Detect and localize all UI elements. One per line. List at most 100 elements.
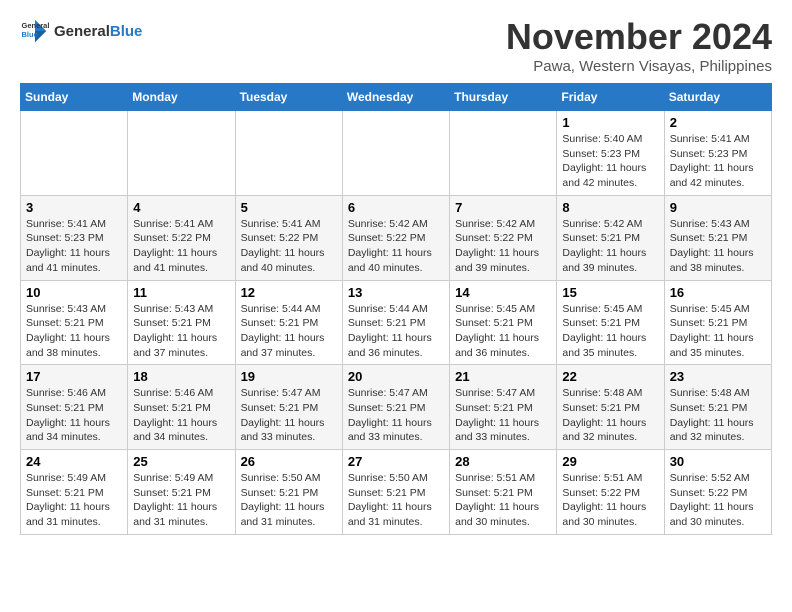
- logo-icon: General Blue: [20, 16, 50, 46]
- day-number: 7: [455, 200, 551, 215]
- table-row: 22 Sunrise: 5:48 AM Sunset: 5:21 PM Dayli…: [557, 365, 664, 450]
- table-row: [21, 111, 128, 196]
- day-number: 6: [348, 200, 444, 215]
- day-number: 2: [670, 115, 766, 130]
- day-info: Sunrise: 5:47 AM Sunset: 5:21 PM Dayligh…: [348, 386, 444, 445]
- day-number: 29: [562, 454, 658, 469]
- table-row: 20 Sunrise: 5:47 AM Sunset: 5:21 PM Dayli…: [342, 365, 449, 450]
- day-info: Sunrise: 5:45 AM Sunset: 5:21 PM Dayligh…: [670, 302, 766, 361]
- day-info: Sunrise: 5:49 AM Sunset: 5:21 PM Dayligh…: [133, 471, 229, 530]
- table-row: 29 Sunrise: 5:51 AM Sunset: 5:22 PM Dayli…: [557, 450, 664, 535]
- table-row: 4 Sunrise: 5:41 AM Sunset: 5:22 PM Daylig…: [128, 195, 235, 280]
- table-row: 5 Sunrise: 5:41 AM Sunset: 5:22 PM Daylig…: [235, 195, 342, 280]
- day-number: 13: [348, 285, 444, 300]
- day-info: Sunrise: 5:43 AM Sunset: 5:21 PM Dayligh…: [133, 302, 229, 361]
- table-row: 23 Sunrise: 5:48 AM Sunset: 5:21 PM Dayli…: [664, 365, 771, 450]
- calendar-table: Sunday Monday Tuesday Wednesday Thursday…: [20, 83, 772, 535]
- day-info: Sunrise: 5:45 AM Sunset: 5:21 PM Dayligh…: [455, 302, 551, 361]
- day-number: 16: [670, 285, 766, 300]
- day-number: 18: [133, 369, 229, 384]
- day-number: 8: [562, 200, 658, 215]
- table-row: 13 Sunrise: 5:44 AM Sunset: 5:21 PM Dayli…: [342, 280, 449, 365]
- day-info: Sunrise: 5:41 AM Sunset: 5:23 PM Dayligh…: [670, 132, 766, 191]
- table-row: 10 Sunrise: 5:43 AM Sunset: 5:21 PM Dayli…: [21, 280, 128, 365]
- day-info: Sunrise: 5:49 AM Sunset: 5:21 PM Dayligh…: [26, 471, 122, 530]
- calendar-header-row: Sunday Monday Tuesday Wednesday Thursday…: [21, 84, 772, 111]
- table-row: 25 Sunrise: 5:49 AM Sunset: 5:21 PM Dayli…: [128, 450, 235, 535]
- day-number: 27: [348, 454, 444, 469]
- table-row: 16 Sunrise: 5:45 AM Sunset: 5:21 PM Dayli…: [664, 280, 771, 365]
- header-thursday: Thursday: [450, 84, 557, 111]
- header-sunday: Sunday: [21, 84, 128, 111]
- day-info: Sunrise: 5:50 AM Sunset: 5:21 PM Dayligh…: [348, 471, 444, 530]
- day-info: Sunrise: 5:41 AM Sunset: 5:22 PM Dayligh…: [133, 217, 229, 276]
- day-info: Sunrise: 5:42 AM Sunset: 5:22 PM Dayligh…: [455, 217, 551, 276]
- table-row: 9Sunrise: 5:43 AM Sunset: 5:21 PM Daylig…: [664, 195, 771, 280]
- day-number: 25: [133, 454, 229, 469]
- svg-text:General: General: [22, 21, 50, 30]
- table-row: 6 Sunrise: 5:42 AM Sunset: 5:22 PM Daylig…: [342, 195, 449, 280]
- calendar-week-row: 17 Sunrise: 5:46 AM Sunset: 5:21 PM Dayli…: [21, 365, 772, 450]
- calendar-week-row: 1 Sunrise: 5:40 AM Sunset: 5:23 PM Daylig…: [21, 111, 772, 196]
- day-number: 4: [133, 200, 229, 215]
- table-row: 30Sunrise: 5:52 AM Sunset: 5:22 PM Dayli…: [664, 450, 771, 535]
- table-row: [450, 111, 557, 196]
- day-info: Sunrise: 5:44 AM Sunset: 5:21 PM Dayligh…: [348, 302, 444, 361]
- day-number: 22: [562, 369, 658, 384]
- day-info: Sunrise: 5:46 AM Sunset: 5:21 PM Dayligh…: [26, 386, 122, 445]
- day-number: 10: [26, 285, 122, 300]
- table-row: 1 Sunrise: 5:40 AM Sunset: 5:23 PM Daylig…: [557, 111, 664, 196]
- table-row: [342, 111, 449, 196]
- header: General Blue GeneralBlue November 2024 P…: [20, 16, 772, 75]
- day-number: 23: [670, 369, 766, 384]
- day-info: Sunrise: 5:43 AM Sunset: 5:21 PM Dayligh…: [26, 302, 122, 361]
- calendar-week-row: 10 Sunrise: 5:43 AM Sunset: 5:21 PM Dayli…: [21, 280, 772, 365]
- day-info: Sunrise: 5:47 AM Sunset: 5:21 PM Dayligh…: [455, 386, 551, 445]
- day-number: 1: [562, 115, 658, 130]
- day-number: 9: [670, 200, 766, 215]
- day-info: Sunrise: 5:41 AM Sunset: 5:23 PM Dayligh…: [26, 217, 122, 276]
- day-info: Sunrise: 5:42 AM Sunset: 5:22 PM Dayligh…: [348, 217, 444, 276]
- logo-text: GeneralBlue: [54, 24, 142, 39]
- day-number: 28: [455, 454, 551, 469]
- logo: General Blue GeneralBlue: [20, 16, 142, 46]
- table-row: 17 Sunrise: 5:46 AM Sunset: 5:21 PM Dayli…: [21, 365, 128, 450]
- table-row: 26 Sunrise: 5:50 AM Sunset: 5:21 PM Dayli…: [235, 450, 342, 535]
- table-row: [235, 111, 342, 196]
- day-info: Sunrise: 5:41 AM Sunset: 5:22 PM Dayligh…: [241, 217, 337, 276]
- calendar-week-row: 24Sunrise: 5:49 AM Sunset: 5:21 PM Dayli…: [21, 450, 772, 535]
- day-info: Sunrise: 5:51 AM Sunset: 5:22 PM Dayligh…: [562, 471, 658, 530]
- day-info: Sunrise: 5:40 AM Sunset: 5:23 PM Dayligh…: [562, 132, 658, 191]
- day-number: 3: [26, 200, 122, 215]
- table-row: 28 Sunrise: 5:51 AM Sunset: 5:21 PM Dayli…: [450, 450, 557, 535]
- day-number: 30: [670, 454, 766, 469]
- day-info: Sunrise: 5:51 AM Sunset: 5:21 PM Dayligh…: [455, 471, 551, 530]
- day-number: 17: [26, 369, 122, 384]
- calendar-week-row: 3 Sunrise: 5:41 AM Sunset: 5:23 PM Daylig…: [21, 195, 772, 280]
- day-number: 26: [241, 454, 337, 469]
- day-info: Sunrise: 5:48 AM Sunset: 5:21 PM Dayligh…: [670, 386, 766, 445]
- table-row: 19Sunrise: 5:47 AM Sunset: 5:21 PM Dayli…: [235, 365, 342, 450]
- table-row: 24Sunrise: 5:49 AM Sunset: 5:21 PM Dayli…: [21, 450, 128, 535]
- day-info: Sunrise: 5:50 AM Sunset: 5:21 PM Dayligh…: [241, 471, 337, 530]
- day-info: Sunrise: 5:48 AM Sunset: 5:21 PM Dayligh…: [562, 386, 658, 445]
- table-row: [128, 111, 235, 196]
- table-row: 8 Sunrise: 5:42 AM Sunset: 5:21 PM Daylig…: [557, 195, 664, 280]
- svg-text:Blue: Blue: [22, 30, 38, 39]
- table-row: 11Sunrise: 5:43 AM Sunset: 5:21 PM Dayli…: [128, 280, 235, 365]
- day-number: 20: [348, 369, 444, 384]
- table-row: 27 Sunrise: 5:50 AM Sunset: 5:21 PM Dayli…: [342, 450, 449, 535]
- header-friday: Friday: [557, 84, 664, 111]
- location-subtitle: Pawa, Western Visayas, Philippines: [506, 58, 772, 75]
- day-number: 14: [455, 285, 551, 300]
- table-row: 3 Sunrise: 5:41 AM Sunset: 5:23 PM Daylig…: [21, 195, 128, 280]
- table-row: 18Sunrise: 5:46 AM Sunset: 5:21 PM Dayli…: [128, 365, 235, 450]
- header-saturday: Saturday: [664, 84, 771, 111]
- day-info: Sunrise: 5:42 AM Sunset: 5:21 PM Dayligh…: [562, 217, 658, 276]
- table-row: 14 Sunrise: 5:45 AM Sunset: 5:21 PM Dayli…: [450, 280, 557, 365]
- header-monday: Monday: [128, 84, 235, 111]
- day-info: Sunrise: 5:47 AM Sunset: 5:21 PM Dayligh…: [241, 386, 337, 445]
- header-tuesday: Tuesday: [235, 84, 342, 111]
- title-area: November 2024 Pawa, Western Visayas, Phi…: [506, 16, 772, 75]
- day-number: 5: [241, 200, 337, 215]
